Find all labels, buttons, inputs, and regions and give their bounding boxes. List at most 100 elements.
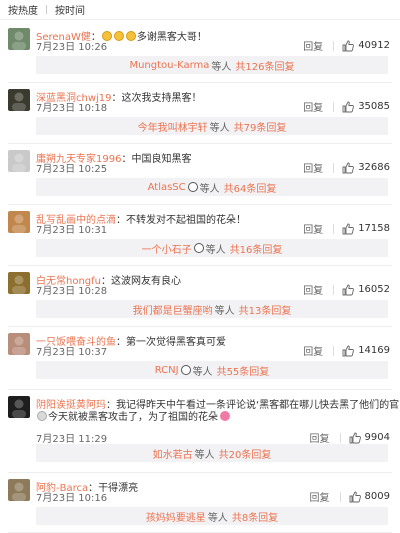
reply-button[interactable]: 回复 — [303, 282, 323, 297]
comment-item: 白无常hongfu：这波网友有良心 7月23日 10:28 回复 16052 我… — [0, 266, 400, 327]
reply-username[interactable]: RCNJ — [155, 365, 179, 376]
reply-button[interactable]: 回复 — [303, 221, 323, 236]
avatar[interactable] — [8, 272, 30, 294]
comment-text: 这次我支持黑客！ — [121, 93, 202, 104]
comment-text: 多谢黑客大哥！ — [136, 32, 207, 43]
thumbs-up-icon — [342, 162, 355, 173]
comment-time: 7月23日 10:28 — [36, 286, 108, 297]
avatar-image — [12, 275, 26, 294]
reply-username[interactable]: 孩妈妈要逃星 — [146, 509, 206, 524]
reply-others-label: 等人 — [192, 366, 213, 378]
thumbs-up-icon — [349, 491, 361, 502]
reply-count: 79 — [243, 122, 257, 134]
avatar[interactable] — [8, 150, 30, 172]
replies-suffix: 条回复 — [261, 305, 292, 317]
reply-username[interactable]: 今年我叫林宇轩 — [138, 119, 208, 134]
action-divider — [333, 162, 335, 173]
comment-time: 7月23日 10:25 — [36, 164, 108, 175]
replies-suffix: 条回复 — [248, 512, 279, 524]
comment-actions: 回复 16052 — [303, 282, 390, 297]
comment-text: 中国良知黑客 — [131, 154, 192, 165]
reply-button[interactable]: 回复 — [303, 160, 323, 175]
comment-actions: 回复 14169 — [303, 343, 390, 358]
action-divider — [333, 284, 335, 295]
comment-actions: 回复 35085 — [303, 99, 390, 114]
like-count: 32686 — [358, 162, 390, 173]
replies-summary[interactable]: RCNJ 等人 共55条回复 — [36, 361, 388, 379]
comment-text: 这波网友有良心 — [111, 276, 181, 287]
reply-button[interactable]: 回复 — [303, 99, 323, 114]
replies-suffix: 条回复 — [239, 366, 270, 378]
avatar[interactable] — [8, 333, 30, 355]
reply-others-label: 等人 — [205, 244, 226, 256]
comment-time: 7月23日 10:18 — [36, 103, 108, 114]
reply-button[interactable]: 回复 — [310, 430, 330, 445]
action-divider — [333, 40, 335, 51]
replies-summary[interactable]: 孩妈妈要逃星 等人 共8条回复 — [36, 507, 388, 525]
view-replies-link[interactable]: 共20条回复 — [219, 446, 272, 461]
replies-summary[interactable]: 如水若古 等人 共20条回复 — [36, 444, 388, 462]
like-count: 16052 — [358, 284, 390, 295]
thumbs-up-icon — [342, 101, 355, 112]
sort-by-hot-tab[interactable]: 按热度 — [8, 2, 38, 17]
replies-summary[interactable]: 今年我叫林宇轩 等人 共79条回复 — [36, 117, 388, 135]
reply-others-label: 等人 — [214, 305, 235, 317]
replies-summary[interactable]: 一个小石子 等人 共16条回复 — [36, 239, 388, 257]
reply-count: 13 — [248, 305, 262, 317]
replies-summary[interactable]: AtlasSC 等人 共64条回复 — [36, 178, 388, 196]
reply-others-label: 等人 — [209, 122, 230, 134]
replies-summary[interactable]: 我们都是巨蟹座哟 等人 共13条回复 — [36, 300, 388, 318]
reply-button[interactable]: 回复 — [310, 489, 330, 504]
grin-emoji-icon — [125, 31, 136, 41]
reply-username[interactable]: AtlasSC — [148, 182, 186, 193]
comment-item: 乱写乱画中的点滴：不转发对不起祖国的花朵！ 7月23日 10:31 回复 171… — [0, 205, 400, 266]
replies-prefix: 共 — [229, 244, 240, 256]
comment-time: 7月23日 10:26 — [36, 42, 108, 53]
flower-emoji-icon — [220, 411, 230, 421]
avatar[interactable] — [8, 28, 30, 50]
comment-item: 深蓝黑洞chwj19：这次我支持黑客！ 7月23日 10:18 回复 35085… — [0, 83, 400, 144]
like-button[interactable]: 35085 — [342, 101, 390, 113]
like-button[interactable]: 17158 — [342, 223, 390, 235]
view-replies-link[interactable]: 共13条回复 — [239, 302, 292, 317]
avatar-image — [12, 336, 26, 355]
like-count: 17158 — [358, 223, 390, 234]
view-replies-link[interactable]: 共126条回复 — [235, 58, 294, 73]
replies-summary[interactable]: Mungtou-Karma 等人 共126条回复 — [36, 56, 388, 74]
replies-prefix: 共 — [231, 512, 242, 524]
view-replies-link[interactable]: 共16条回复 — [230, 241, 283, 256]
replies-prefix: 共 — [223, 183, 234, 195]
like-button[interactable]: 40912 — [342, 40, 390, 52]
sort-by-time-tab[interactable]: 按时间 — [55, 2, 85, 17]
like-button[interactable]: 14169 — [342, 345, 390, 357]
reply-username[interactable]: 我们都是巨蟹座哟 — [133, 302, 213, 317]
avatar[interactable] — [8, 479, 30, 501]
replies-suffix: 条回复 — [246, 183, 277, 195]
view-replies-link[interactable]: 共8条回复 — [232, 509, 278, 524]
view-replies-link[interactable]: 共64条回复 — [224, 180, 277, 195]
like-button[interactable]: 8009 — [349, 491, 390, 503]
avatar-image — [12, 482, 26, 501]
avatar[interactable] — [8, 211, 30, 233]
reply-others-label: 等人 — [194, 449, 215, 461]
panda-emoji-icon — [193, 243, 204, 253]
reply-count: 16 — [239, 244, 253, 256]
reply-username[interactable]: 如水若古 — [153, 446, 193, 461]
reply-button[interactable]: 回复 — [303, 38, 323, 53]
view-replies-link[interactable]: 共55条回复 — [217, 363, 270, 378]
comment-item: SerenaW健： 多谢黑客大哥！ 7月23日 10:26 回复 40912 Mu… — [0, 22, 400, 83]
like-button[interactable]: 32686 — [342, 162, 390, 174]
like-count: 9904 — [364, 432, 390, 443]
grin-emoji-icon — [113, 31, 124, 41]
reply-button[interactable]: 回复 — [303, 343, 323, 358]
like-button[interactable]: 9904 — [349, 432, 390, 444]
avatar[interactable] — [8, 89, 30, 111]
view-replies-link[interactable]: 共79条回复 — [234, 119, 287, 134]
avatar[interactable] — [8, 396, 30, 418]
sort-bar: 按热度 按时间 — [0, 0, 400, 20]
reply-username[interactable]: Mungtou-Karma — [129, 60, 209, 71]
like-button[interactable]: 16052 — [342, 284, 390, 296]
reply-username[interactable]: 一个小石子 — [142, 241, 192, 256]
comment-text-line-2: 今天就被黑客攻击了，为了祖国的花朵 — [36, 408, 230, 423]
action-divider — [339, 491, 341, 502]
